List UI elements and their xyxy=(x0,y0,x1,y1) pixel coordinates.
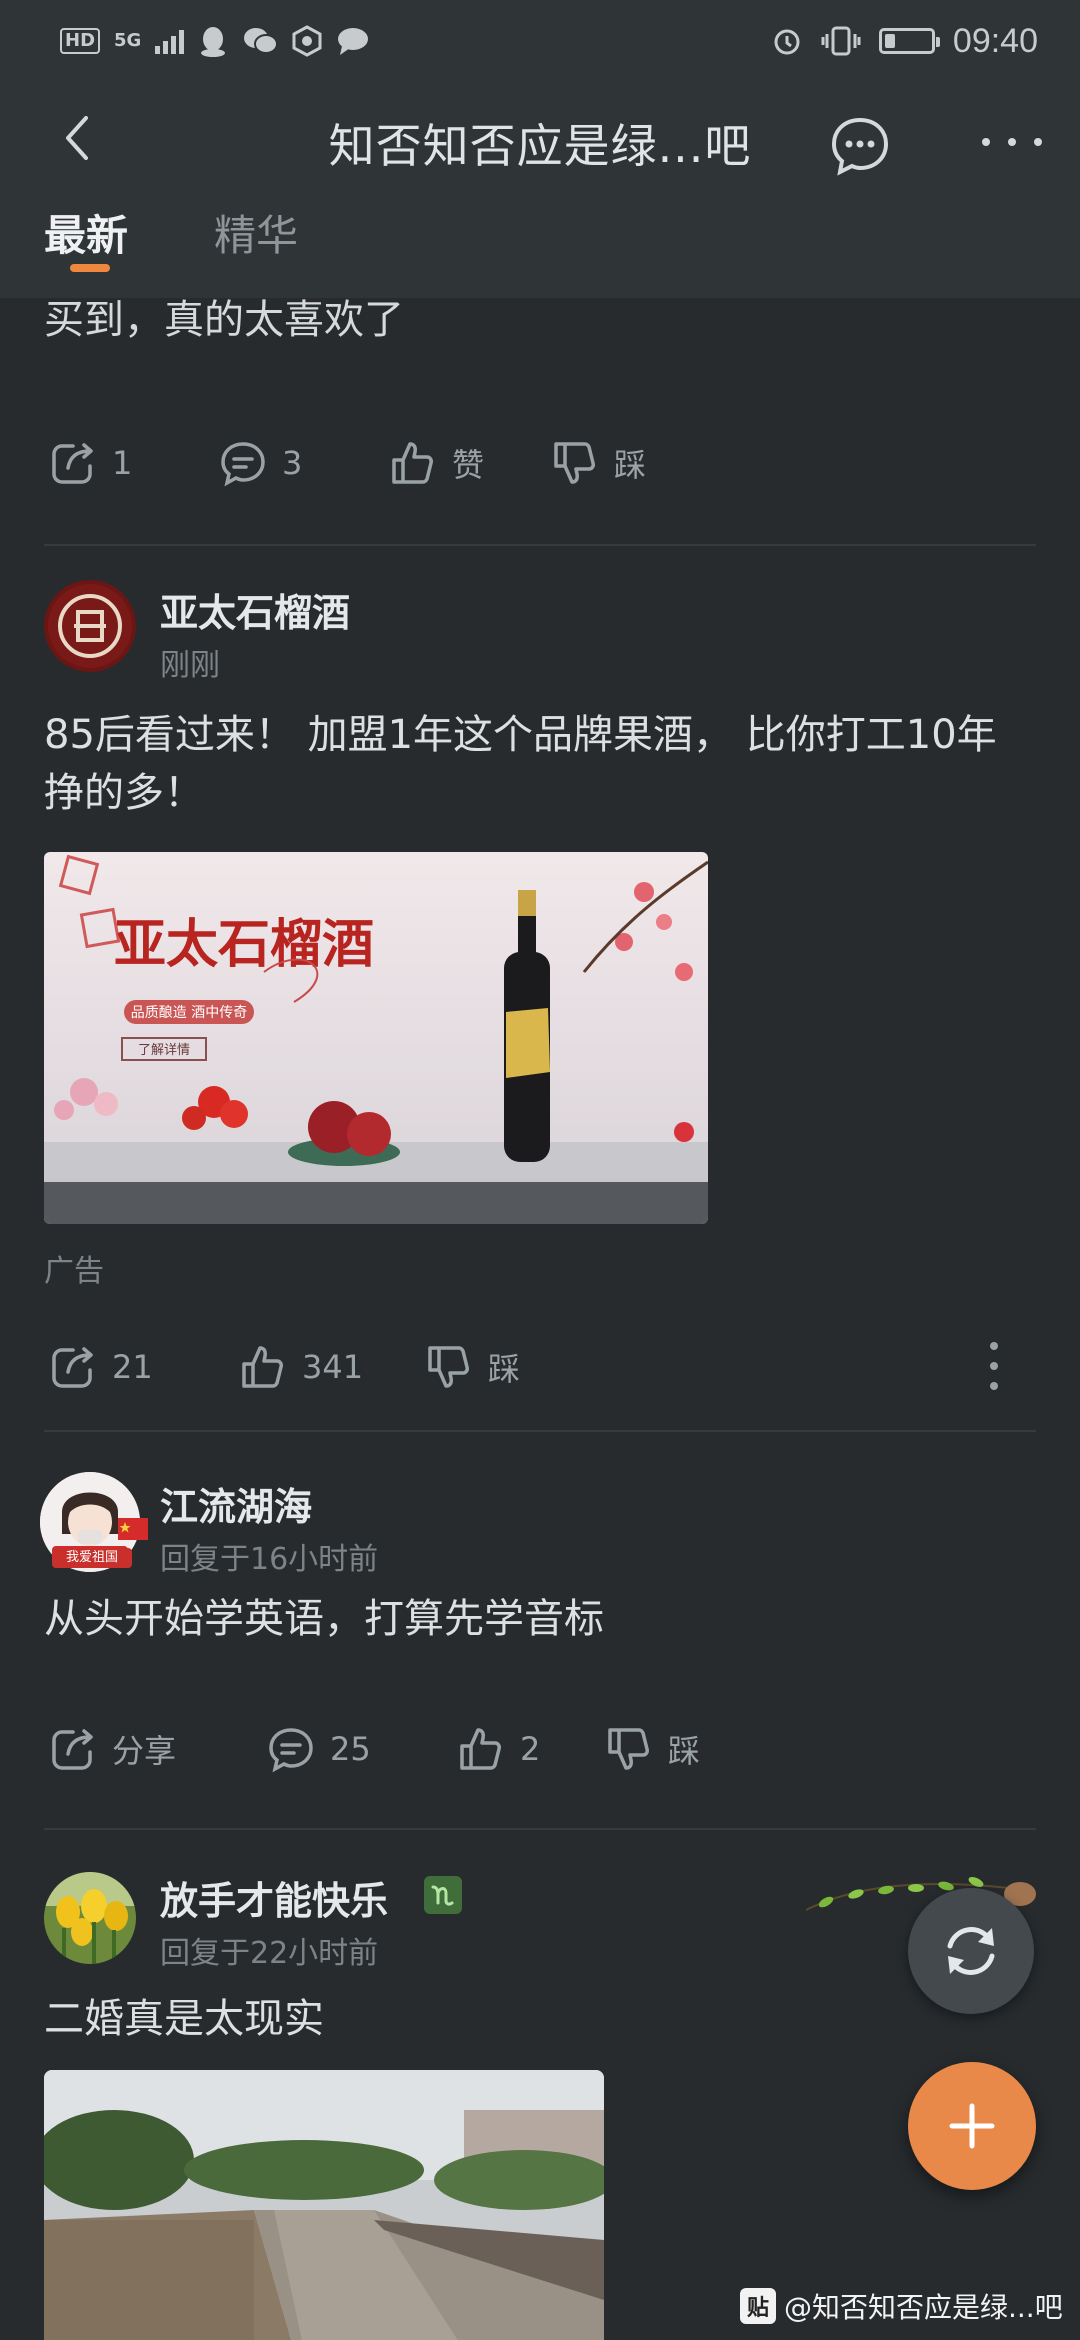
thumbs-down-icon xyxy=(554,442,595,484)
share-icon xyxy=(52,1347,93,1388)
dislike-button[interactable]: 踩 xyxy=(604,1724,700,1774)
like-count: 341 xyxy=(302,1348,364,1386)
comment-button[interactable]: 3 xyxy=(218,438,302,488)
post-text: 买到，真的太喜欢了 xyxy=(44,297,404,342)
brand-logo-icon xyxy=(48,584,132,668)
network-type-label: 5G xyxy=(114,30,142,51)
tab-featured[interactable]: 精华 xyxy=(214,202,298,263)
title-row: 知否知否应是绿...吧 xyxy=(0,82,1080,194)
plus-icon xyxy=(949,2103,995,2149)
share-label: 分享 xyxy=(112,1732,177,1770)
reply-time: 回复于22小时前 xyxy=(160,1936,379,1971)
wechat-icon xyxy=(244,28,279,54)
message-app-icon xyxy=(338,28,369,55)
share-button[interactable]: 1 xyxy=(48,438,132,488)
ad-banner-image[interactable]: 品质酿造 酒中传奇 了解详情 亚太石榴酒 xyxy=(44,852,708,1224)
dislike-button[interactable]: 踩 xyxy=(550,438,646,488)
dislike-button[interactable]: 踩 xyxy=(424,1342,520,1392)
status-time: 09:40 xyxy=(952,21,1038,60)
page-title: 知否知否应是绿...吧 xyxy=(328,119,752,173)
divider xyxy=(44,1828,1036,1830)
share-count: 21 xyxy=(112,1348,153,1386)
share-icon xyxy=(52,1729,93,1770)
qq-icon xyxy=(201,27,226,57)
dislike-label: 踩 xyxy=(488,1350,521,1388)
watermark: 贴 @知否知否应是绿...吧 xyxy=(740,2286,1063,2326)
status-bar: HD 5G 09:40 xyxy=(0,0,1080,82)
zodiac-badge-icon xyxy=(424,1876,462,1914)
avatar[interactable] xyxy=(44,1872,136,1964)
divider xyxy=(44,544,1036,546)
battery-icon xyxy=(878,28,940,54)
thumbs-up-icon xyxy=(460,1728,501,1770)
refresh-icon xyxy=(947,1927,995,1975)
share-button[interactable]: 分享 xyxy=(48,1724,176,1774)
post-text: 85后看过来！ 加盟1年这个品牌果酒， 比你打工10年挣的多！ xyxy=(44,712,997,816)
dislike-label: 踩 xyxy=(614,446,647,484)
ad-brand-text: 亚太石榴酒 xyxy=(114,914,374,975)
comment-count: 3 xyxy=(282,444,303,482)
thumbs-down-icon xyxy=(608,1728,649,1770)
like-button[interactable]: 341 xyxy=(238,1342,363,1392)
signal-icon xyxy=(155,28,185,54)
like-count: 2 xyxy=(520,1730,541,1768)
username[interactable]: 江流湖海 xyxy=(160,1476,312,1531)
ad-label: 广告 xyxy=(44,1254,104,1289)
like-button[interactable]: 赞 xyxy=(388,438,484,488)
post-photo[interactable] xyxy=(44,2070,604,2340)
post-time: 刚刚 xyxy=(160,648,220,683)
thumbs-down-icon xyxy=(428,1346,469,1388)
watermark-text: @知否知否应是绿...吧 xyxy=(784,2291,1063,2324)
comment-icon xyxy=(221,442,265,487)
avatar[interactable] xyxy=(44,580,136,672)
tieba-logo-icon: 贴 xyxy=(740,2288,776,2324)
username[interactable]: 放手才能快乐 xyxy=(160,1870,388,1925)
avatar-tulips-icon xyxy=(44,1872,136,1964)
username[interactable]: 亚太石榴酒 xyxy=(160,582,350,637)
more-vertical-icon[interactable] xyxy=(974,1336,1014,1396)
dislike-label: 踩 xyxy=(668,1732,701,1770)
share-button[interactable]: 21 xyxy=(48,1342,153,1392)
top-app-bar: 知否知否应是绿...吧 最新 精华 xyxy=(0,82,1080,298)
status-right: 09:40 xyxy=(771,22,1038,61)
tab-latest[interactable]: 最新 xyxy=(44,202,128,263)
vibrate-icon xyxy=(821,26,861,56)
flag-icon xyxy=(118,1518,148,1540)
ad-tagline: 品质酿造 酒中传奇 xyxy=(131,1004,247,1021)
avatar-badge: 我爱祖国 xyxy=(52,1548,132,1568)
reply-time: 回复于16小时前 xyxy=(160,1542,379,1577)
ad-cta-label: 了解详情 xyxy=(138,1043,190,1058)
alarm-icon xyxy=(774,29,800,55)
share-icon xyxy=(52,443,93,484)
comment-icon xyxy=(269,1728,313,1773)
chat-bubble-icon[interactable] xyxy=(828,114,892,178)
like-label: 赞 xyxy=(452,446,485,484)
comment-count: 25 xyxy=(330,1730,371,1768)
status-left: HD 5G xyxy=(60,25,370,57)
more-horizontal-icon[interactable] xyxy=(972,122,1052,162)
post-text: 从头开始学英语，打算先学音标 xyxy=(44,1596,604,1642)
share-count: 1 xyxy=(112,444,133,482)
like-button[interactable]: 2 xyxy=(456,1724,540,1774)
shield-app-icon xyxy=(292,25,322,57)
divider xyxy=(44,1430,1036,1432)
comment-button[interactable]: 25 xyxy=(266,1724,371,1774)
post-text: 二婚真是太现实 xyxy=(44,1996,324,2042)
compose-button[interactable] xyxy=(908,2062,1036,2190)
thumbs-up-icon xyxy=(242,1346,283,1388)
tab-active-indicator xyxy=(70,264,110,272)
hd-badge: HD xyxy=(60,28,101,54)
refresh-button[interactable] xyxy=(908,1888,1034,2014)
thumbs-up-icon xyxy=(392,442,433,484)
